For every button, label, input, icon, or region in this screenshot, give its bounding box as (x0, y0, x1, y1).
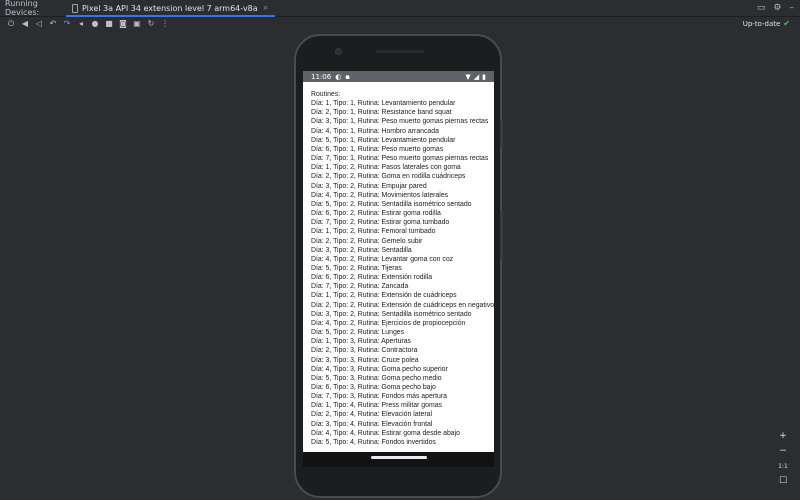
more-icon[interactable]: ⋮ (158, 18, 172, 30)
close-tab-icon[interactable]: × (263, 4, 269, 12)
routine-line: Día: 5, Tipo: 2, Rutina: Lunges (311, 329, 405, 337)
clock-time: 11:06 (311, 72, 332, 81)
routine-line: Día: 7, Tipo: 2, Rutina: Zancada (311, 283, 409, 291)
android-nav-bar (303, 452, 494, 467)
routine-line: Día: 2, Tipo: 1, Rutina: Resistance band… (311, 109, 452, 117)
status-text: Up-to-date (742, 19, 781, 28)
zoom-fit-icon[interactable]: ☐ (779, 475, 787, 488)
routine-line: Día: 4, Tipo: 2, Rutina: Movimientos lat… (311, 191, 449, 199)
zoom-actual-size-button[interactable]: 1:1 (778, 460, 788, 473)
routine-line: Día: 7, Tipo: 2, Rutina: Estirar goma tu… (311, 219, 450, 227)
wifi-icon: ▼ (465, 72, 471, 81)
routine-line: Día: 3, Tipo: 4, Rutina: Elevación front… (311, 420, 433, 428)
volume-up-icon[interactable]: ◀ (18, 18, 32, 30)
check-icon: ✔ (783, 19, 790, 28)
power-icon[interactable]: ⏻ (4, 18, 18, 30)
rotate-left-icon[interactable]: ↶ (46, 18, 60, 30)
screenshot-icon[interactable]: ◙ (116, 18, 130, 30)
routine-line: Día: 4, Tipo: 2, Rutina: Levantar goma c… (311, 255, 454, 263)
routine-line: Día: 2, Tipo: 2, Rutina: Gemelo subir (311, 237, 423, 245)
device-tab[interactable]: Pixel 3a API 34 extension level 7 arm64-… (66, 0, 275, 17)
routine-line: Día: 4, Tipo: 3, Rutina: Goma pecho supe… (311, 365, 448, 373)
front-camera (335, 48, 342, 55)
zoom-controls: + − 1:1 ☐ (776, 430, 790, 488)
routine-line: Día: 3, Tipo: 1, Rutina: Peso muerto gom… (311, 118, 489, 126)
routine-line: Día: 6, Tipo: 2, Rutina: Extensión rodil… (311, 274, 433, 282)
routine-line: Día: 3, Tipo: 2, Rutina: Empujar pared (311, 182, 427, 190)
routines-list: Routines: Día: 1, Tipo: 1, Rutina: Levan… (311, 90, 494, 447)
phone-device-icon (72, 3, 78, 13)
routine-line: Día: 4, Tipo: 2, Rutina: Ejercicios de p… (311, 319, 466, 327)
android-status-bar: 11:06 ◐ ▪ ▼ ◢ ▮ (303, 71, 494, 82)
zoom-out-icon[interactable]: − (779, 445, 787, 458)
routine-line: Día: 3, Tipo: 3, Rutina: Cruce polea (311, 356, 419, 364)
back-icon[interactable]: ◂ (74, 18, 88, 30)
routine-line: Día: 3, Tipo: 2, Rutina: Sentadilla (311, 246, 412, 254)
routine-line: Día: 6, Tipo: 1, Rutina: Peso muerto gom… (311, 145, 444, 153)
routine-line: Día: 1, Tipo: 4, Rutina: Press militar g… (311, 402, 442, 410)
routine-line: Día: 4, Tipo: 1, Rutina: Hombro arrancad… (311, 127, 439, 135)
device-tab-label: Pixel 3a API 34 extension level 7 arm64-… (82, 3, 258, 13)
routine-line: Día: 1, Tipo: 2, Rutina: Femoral tumbado (311, 228, 436, 236)
routine-line: Día: 1, Tipo: 1, Rutina: Levantamiento p… (311, 100, 456, 108)
routine-line: Día: 3, Tipo: 2, Rutina: Sentadilla isom… (311, 310, 472, 318)
routine-line: Día: 7, Tipo: 3, Rutina: Fondos más aper… (311, 393, 447, 401)
earpiece-speaker (376, 50, 424, 53)
snapshot-icon[interactable]: ↻ (144, 18, 158, 30)
sync-status: Up-to-date ✔ (743, 19, 790, 28)
new-window-icon[interactable]: ▭ (757, 3, 766, 13)
power-side-button (500, 120, 503, 148)
routine-line: Día: 6, Tipo: 2, Rutina: Estirar goma ro… (311, 210, 441, 218)
routine-line: Día: 2, Tipo: 2, Rutina: Extensión de cu… (311, 301, 494, 309)
routine-line: Día: 1, Tipo: 2, Rutina: Extensión de cu… (311, 292, 457, 300)
routine-line: Día: 7, Tipo: 1, Rutina: Peso muerto gom… (311, 155, 489, 163)
routine-line: Día: 5, Tipo: 2, Rutina: Sentadilla isom… (311, 200, 472, 208)
routine-line: Día: 2, Tipo: 2, Rutina: Goma en rodilla… (311, 173, 466, 181)
home-gesture-pill[interactable] (371, 456, 427, 459)
routine-line: Día: 2, Tipo: 3, Rutina: Contractora (311, 347, 418, 355)
routine-line: Día: 5, Tipo: 2, Rutina: Tijeras (311, 264, 402, 272)
routine-line: Día: 1, Tipo: 3, Rutina: Aperturas (311, 338, 411, 346)
routine-line: Día: 5, Tipo: 1, Rutina: Levantamiento p… (311, 136, 456, 144)
battery-icon: ▮ (482, 72, 486, 81)
notification-icon: ▪ (345, 72, 351, 81)
routine-line: Día: 5, Tipo: 4, Rutina: Fondos invertid… (311, 438, 436, 446)
emulator-toolbar: ⏻ ◀ ◁ ↶ ↷ ◂ ● ■ ◙ ▣ ↻ ⋮ (0, 17, 800, 30)
device-screen[interactable]: 11:06 ◐ ▪ ▼ ◢ ▮ Routines: Día: 1, Tipo: … (303, 71, 494, 452)
settings-gear-icon[interactable]: ⚙ (773, 3, 781, 13)
routines-header: Routines: (311, 91, 341, 98)
data-saver-icon: ◐ (335, 72, 342, 81)
running-devices-tabbar: Running Devices: Pixel 3a API 34 extensi… (0, 0, 800, 17)
routine-line: Día: 5, Tipo: 3, Rutina: Goma pecho medi… (311, 374, 442, 382)
routine-line: Día: 6, Tipo: 3, Rutina: Goma pecho bajo (311, 384, 436, 391)
panel-title: Running Devices: (5, 0, 40, 17)
zoom-in-icon[interactable]: + (779, 430, 787, 443)
routine-line: Día: 2, Tipo: 4, Rutina: Elevación later… (311, 411, 433, 419)
minimize-icon[interactable]: – (790, 3, 795, 13)
volume-down-icon[interactable]: ◁ (32, 18, 46, 30)
routine-line: Día: 1, Tipo: 2, Rutina: Pasos laterales… (311, 164, 461, 172)
routine-line: Día: 4, Tipo: 4, Rutina: Estirar goma de… (311, 429, 460, 437)
screen-record-icon[interactable]: ▣ (130, 18, 144, 30)
signal-icon: ◢ (473, 72, 480, 81)
home-icon[interactable]: ● (88, 18, 102, 30)
volume-side-button (500, 210, 503, 260)
overview-icon[interactable]: ■ (102, 18, 116, 30)
rotate-right-icon[interactable]: ↷ (60, 18, 74, 30)
